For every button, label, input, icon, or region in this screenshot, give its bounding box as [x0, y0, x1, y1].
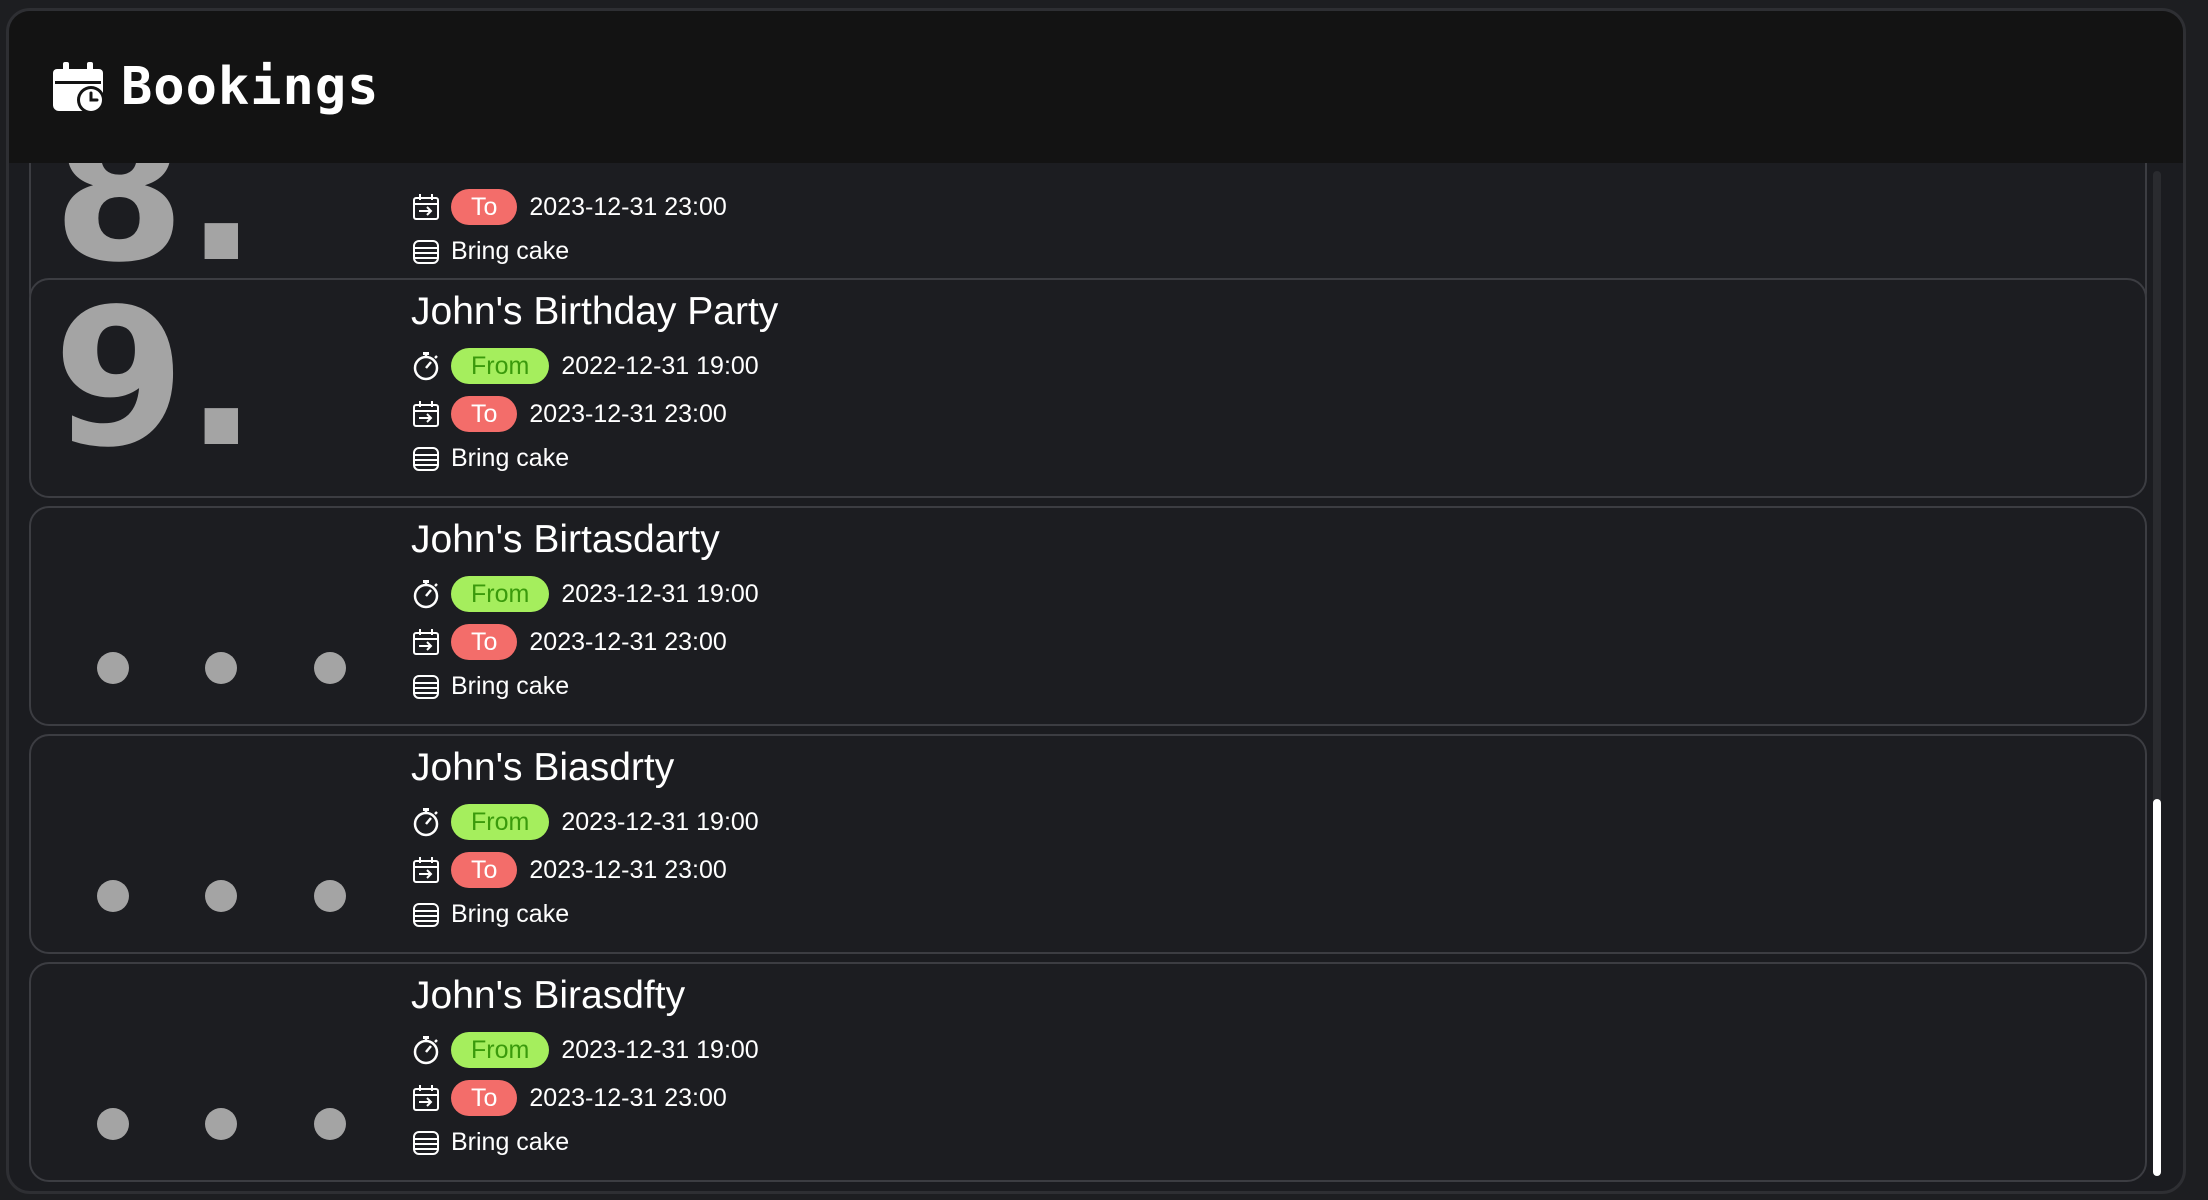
- to-badge: To: [451, 396, 518, 432]
- booking-from-date: 2022-12-31 19:00: [561, 351, 759, 380]
- calendar-arrow-icon: [413, 401, 439, 427]
- booking-from-row: From 2023-12-31 19:00: [411, 802, 759, 842]
- booking-from-row: From 2023-12-31 19:00: [411, 1030, 759, 1070]
- ellipsis-dot: [205, 1108, 237, 1140]
- calendar-clock-icon: [53, 62, 105, 114]
- booking-from-row: From 2022-12-31 19:00: [411, 346, 759, 386]
- calendar-arrow-icon: [413, 1085, 439, 1111]
- booking-card[interactable]: John's Birasdfty From 2023-12-31 19:00 T…: [29, 962, 2147, 1182]
- booking-from-date: 2023-12-31 19:00: [561, 807, 759, 836]
- calendar-arrow-icon: [413, 629, 439, 655]
- ellipsis-dot: [314, 880, 346, 912]
- ellipsis-dot: [97, 880, 129, 912]
- booking-note-row: Bring cake: [411, 231, 569, 271]
- booking-to-date: 2023-12-31 23:00: [529, 399, 727, 428]
- booking-from-date: 2023-12-31 19:00: [561, 579, 759, 608]
- ellipsis-dot: [97, 652, 129, 684]
- from-badge: From: [451, 576, 550, 612]
- app-header: Bookings: [9, 11, 2183, 163]
- from-badge: From: [451, 348, 550, 384]
- ellipsis-dot: [205, 880, 237, 912]
- booking-to-row: To 2023-12-31 23:00: [411, 394, 727, 434]
- bookings-window: Bookings 8. To 2023-12-31 23:00 Bring ca…: [6, 8, 2186, 1194]
- vertical-scrollbar[interactable]: [2153, 171, 2161, 1176]
- from-badge: From: [451, 1032, 550, 1068]
- ellipsis-dot: [97, 1108, 129, 1140]
- booking-title: John's Biasdrty: [411, 746, 675, 789]
- stopwatch-icon: [413, 580, 439, 609]
- booking-number: 9.: [53, 268, 258, 489]
- booking-title: John's Birthday Party: [411, 290, 779, 333]
- page-title: Bookings: [121, 57, 380, 117]
- to-badge: To: [451, 1080, 518, 1116]
- cake-icon: [413, 240, 439, 264]
- calendar-arrow-icon: [413, 857, 439, 883]
- booking-to-date: 2023-12-31 23:00: [529, 192, 727, 221]
- booking-note: Bring cake: [451, 443, 570, 472]
- from-badge: From: [451, 804, 550, 840]
- booking-list[interactable]: 8. To 2023-12-31 23:00 Bring cake 9. Joh…: [9, 163, 2183, 1191]
- to-badge: To: [451, 852, 518, 888]
- booking-card[interactable]: John's Birtasdarty From 2023-12-31 19:00: [29, 506, 2147, 726]
- booking-to-date: 2023-12-31 23:00: [529, 627, 727, 656]
- booking-index: 9.: [31, 280, 411, 496]
- booking-to-date: 2023-12-31 23:00: [529, 855, 727, 884]
- cake-icon: [413, 675, 439, 699]
- booking-to-row: To 2023-12-31 23:00: [411, 850, 727, 890]
- booking-title: John's Birasdfty: [411, 974, 686, 1017]
- to-badge: To: [451, 189, 518, 225]
- booking-to-row: To 2023-12-31 23:00: [411, 1078, 727, 1118]
- booking-to-row: To 2023-12-31 23:00: [411, 187, 727, 227]
- cake-icon: [413, 447, 439, 471]
- booking-note: Bring cake: [451, 1127, 570, 1156]
- booking-index: [31, 736, 411, 952]
- stopwatch-icon: [413, 808, 439, 837]
- calendar-arrow-icon: [413, 194, 439, 220]
- booking-index: [31, 508, 411, 724]
- booking-index: [31, 964, 411, 1180]
- booking-card[interactable]: 9. John's Birthday Party From 2022-12-31…: [29, 278, 2147, 498]
- ellipsis-dot: [205, 652, 237, 684]
- booking-note-row: Bring cake: [411, 666, 569, 706]
- booking-from-row: From 2023-12-31 19:00: [411, 574, 759, 614]
- cake-icon: [413, 903, 439, 927]
- ellipsis-dot: [314, 652, 346, 684]
- scrollbar-thumb[interactable]: [2153, 799, 2161, 1176]
- booking-note-row: Bring cake: [411, 438, 569, 478]
- stopwatch-icon: [413, 352, 439, 381]
- booking-title: John's Birtasdarty: [411, 518, 720, 561]
- ellipsis-dot: [314, 1108, 346, 1140]
- booking-note-row: Bring cake: [411, 894, 569, 934]
- booking-card[interactable]: John's Biasdrty From 2023-12-31 19:00 To…: [29, 734, 2147, 954]
- booking-note-row: Bring cake: [411, 1122, 569, 1162]
- booking-to-date: 2023-12-31 23:00: [529, 1083, 727, 1112]
- booking-note: Bring cake: [451, 899, 570, 928]
- booking-from-date: 2023-12-31 19:00: [561, 1035, 759, 1064]
- booking-note: Bring cake: [451, 236, 570, 265]
- stopwatch-icon: [413, 1036, 439, 1065]
- to-badge: To: [451, 624, 518, 660]
- cake-icon: [413, 1131, 439, 1155]
- booking-note: Bring cake: [451, 671, 570, 700]
- booking-to-row: To 2023-12-31 23:00: [411, 622, 727, 662]
